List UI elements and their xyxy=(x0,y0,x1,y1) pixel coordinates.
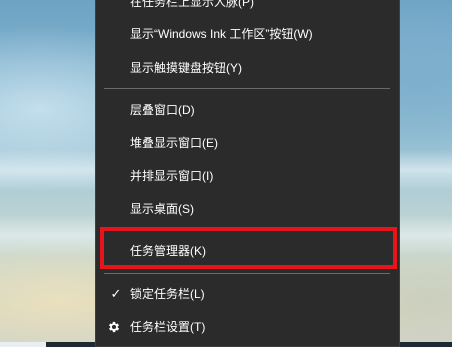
menu-item-label: 并排显示窗口(I) xyxy=(130,169,214,183)
menu-separator xyxy=(104,88,390,89)
menu-item-show-desktop[interactable]: 显示桌面(S) xyxy=(96,194,399,224)
menu-item-label: 锁定任务栏(L) xyxy=(130,287,205,301)
menu-item-show-touch-keyboard[interactable]: 显示触摸键盘按钮(Y) xyxy=(96,53,399,83)
menu-item-stack-windows[interactable]: 堆叠显示窗口(E) xyxy=(96,128,399,158)
menu-item-label: 显示桌面(S) xyxy=(130,202,194,216)
menu-item-lock-taskbar[interactable]: ✓ 锁定任务栏(L) xyxy=(96,279,399,309)
menu-separator xyxy=(104,230,390,231)
taskbar-active-item xyxy=(0,342,46,347)
menu-item-task-manager[interactable]: 任务管理器(K) xyxy=(96,236,399,266)
menu-item-label: 任务栏设置(T) xyxy=(130,320,206,334)
menu-item-label: 层叠窗口(D) xyxy=(130,103,195,117)
menu-item-show-people[interactable]: 在任务栏上显示人脉(P) xyxy=(96,0,399,17)
menu-item-label: 在任务栏上显示人脉(P) xyxy=(130,0,254,9)
menu-item-show-windows-ink[interactable]: 显示“Windows Ink 工作区”按钮(W) xyxy=(96,19,399,49)
checkmark-icon: ✓ xyxy=(110,286,122,301)
menu-item-label: 任务管理器(K) xyxy=(130,244,206,258)
menu-item-taskbar-settings[interactable]: 任务栏设置(T) xyxy=(96,312,399,342)
gear-icon xyxy=(108,321,120,333)
menu-item-label: 显示触摸键盘按钮(Y) xyxy=(130,61,242,75)
menu-item-label: 堆叠显示窗口(E) xyxy=(130,136,218,150)
menu-item-side-by-side-windows[interactable]: 并排显示窗口(I) xyxy=(96,161,399,191)
taskbar-context-menu: 在任务栏上显示人脉(P) 显示“Windows Ink 工作区”按钮(W) 显示… xyxy=(95,0,400,347)
menu-item-cascade-windows[interactable]: 层叠窗口(D) xyxy=(96,95,399,125)
menu-item-label: 显示“Windows Ink 工作区”按钮(W) xyxy=(130,27,313,41)
menu-separator xyxy=(104,273,390,274)
